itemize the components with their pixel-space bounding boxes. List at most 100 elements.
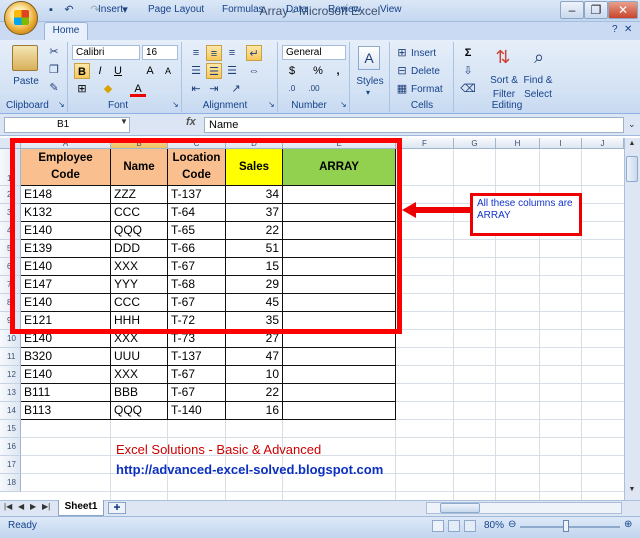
row-header-18[interactable]: 18 [0, 474, 21, 492]
fill-color-icon[interactable]: ◆ [100, 81, 116, 97]
number-format-box[interactable]: General [282, 45, 346, 60]
column-header-i[interactable]: I [540, 138, 582, 149]
name-box[interactable]: B1 [4, 117, 130, 133]
increase-decimal-icon[interactable]: .0 [284, 81, 300, 97]
zoom-slider-thumb[interactable] [563, 520, 569, 532]
formula-input[interactable]: Name [204, 117, 624, 133]
currency-icon[interactable]: $ [284, 63, 300, 79]
align-bottom-icon[interactable]: ≡ [224, 45, 240, 61]
italic-icon[interactable]: I [92, 63, 108, 79]
table-cell[interactable]: UUU [111, 348, 168, 366]
table-cell[interactable]: 16 [226, 402, 283, 420]
normal-view-icon[interactable] [432, 520, 444, 532]
clear-icon[interactable]: ⌫ [460, 81, 476, 97]
column-header-h[interactable]: H [496, 138, 540, 149]
percent-icon[interactable]: % [310, 63, 326, 79]
horizontal-scroll-thumb[interactable] [440, 503, 480, 513]
insert-sheet-icon[interactable]: ✚ [108, 502, 126, 514]
tab-home[interactable]: Home [44, 22, 88, 40]
column-header-g[interactable]: G [454, 138, 496, 149]
underline-icon[interactable]: U [110, 63, 126, 79]
tab-review[interactable]: Review [328, 2, 361, 18]
sheet-nav-first-icon[interactable]: |◀ [4, 502, 12, 511]
align-top-icon[interactable]: ≡ [188, 45, 204, 61]
row-header-16[interactable]: 16 [0, 438, 21, 456]
table-cell[interactable]: B320 [21, 348, 111, 366]
table-cell[interactable]: B113 [21, 402, 111, 420]
zoom-out-icon[interactable]: ⊖ [508, 519, 516, 530]
increase-indent-icon[interactable]: ⇥ [206, 81, 222, 97]
page-break-view-icon[interactable] [464, 520, 476, 532]
table-cell[interactable]: T-67 [168, 384, 226, 402]
delete-cells-icon[interactable]: ⊟ [394, 63, 410, 79]
align-middle-icon[interactable]: ≡ [206, 45, 222, 61]
table-cell[interactable]: 47 [226, 348, 283, 366]
copy-icon[interactable]: ❐ [46, 62, 62, 78]
styles-dropdown-icon[interactable]: ▾ [366, 88, 370, 97]
column-header-f[interactable]: F [396, 138, 454, 149]
insert-function-icon[interactable]: fx [186, 116, 196, 128]
table-cell[interactable]: E140 [21, 366, 111, 384]
table-cell[interactable]: BBB [111, 384, 168, 402]
fill-icon[interactable]: ⇩ [460, 63, 476, 79]
sheet-nav-next-icon[interactable]: ▶ [30, 502, 36, 511]
vertical-scroll-thumb[interactable] [626, 156, 638, 182]
table-cell[interactable]: T-137 [168, 348, 226, 366]
name-box-dropdown-icon[interactable]: ▼ [120, 117, 128, 126]
format-painter-icon[interactable]: ✎ [46, 80, 62, 96]
vertical-scrollbar[interactable] [624, 138, 640, 500]
row-header-14[interactable]: 14 [0, 402, 21, 420]
zoom-in-icon[interactable]: ⊕ [624, 519, 632, 530]
sort-filter-icon[interactable]: ⇅ [490, 45, 516, 69]
table-cell[interactable]: XXX [111, 366, 168, 384]
sheet-nav-prev-icon[interactable]: ◀ [18, 502, 24, 511]
insert-cells-icon[interactable]: ⊞ [394, 45, 410, 61]
orientation-icon[interactable]: ↗ [228, 81, 244, 97]
paste-button[interactable]: Paste [8, 74, 44, 90]
row-header-17[interactable]: 17 [0, 456, 21, 474]
array-cell[interactable] [283, 366, 396, 384]
delete-cells-button[interactable]: Delete [410, 64, 441, 80]
array-cell[interactable] [283, 384, 396, 402]
shrink-font-icon[interactable]: A [160, 63, 176, 79]
comma-icon[interactable]: , [330, 63, 346, 79]
table-cell[interactable]: 10 [226, 366, 283, 384]
table-cell[interactable]: 22 [226, 384, 283, 402]
borders-icon[interactable]: ⊞ [74, 81, 90, 97]
tab-data[interactable]: Data [286, 2, 307, 18]
table-cell[interactable]: T-67 [168, 366, 226, 384]
number-launcher-icon[interactable]: ↘ [340, 100, 347, 109]
align-left-icon[interactable]: ☰ [188, 63, 204, 79]
format-cells-icon[interactable]: ▦ [394, 81, 410, 97]
grow-font-icon[interactable]: A [142, 63, 158, 79]
row-header-15[interactable]: 15 [0, 420, 21, 438]
font-name-box[interactable]: Calibri [72, 45, 140, 60]
column-header-j[interactable]: J [582, 138, 624, 149]
align-center-icon[interactable]: ☰ [206, 63, 222, 79]
scroll-down-icon[interactable]: ▼ [626, 486, 638, 498]
ribbon-close-icon[interactable]: ✕ [624, 24, 632, 35]
close-button[interactable]: ✕ [608, 1, 638, 19]
alignment-launcher-icon[interactable]: ↘ [268, 100, 275, 109]
zoom-level[interactable]: 80% [484, 520, 504, 531]
help-icon[interactable]: ? [612, 24, 618, 35]
decrease-decimal-icon[interactable]: .00 [306, 81, 322, 97]
clipboard-launcher-icon[interactable]: ↘ [58, 100, 65, 109]
scroll-up-icon[interactable]: ▲ [626, 140, 638, 152]
wrap-text-icon[interactable]: ↵ [246, 45, 262, 61]
restore-button[interactable]: ❐ [584, 1, 608, 19]
find-select-button[interactable]: Find & Select [518, 73, 558, 103]
sheet-tab-sheet1[interactable]: Sheet1 [58, 500, 104, 516]
autosum-icon[interactable]: Σ [460, 45, 476, 61]
font-launcher-icon[interactable]: ↘ [172, 100, 179, 109]
find-select-icon[interactable]: ⌕ [526, 45, 552, 69]
array-cell[interactable] [283, 348, 396, 366]
zoom-slider[interactable] [520, 526, 620, 528]
row-header-12[interactable]: 12 [0, 366, 21, 384]
array-cell[interactable] [283, 402, 396, 420]
tab-formulas[interactable]: Formulas [222, 2, 264, 18]
tab-insert[interactable]: Insert [98, 2, 123, 18]
table-cell[interactable]: T-140 [168, 402, 226, 420]
tab-page-layout[interactable]: Page Layout [148, 2, 204, 18]
footer-url[interactable]: http://advanced-excel-solved.blogspot.co… [116, 462, 383, 477]
